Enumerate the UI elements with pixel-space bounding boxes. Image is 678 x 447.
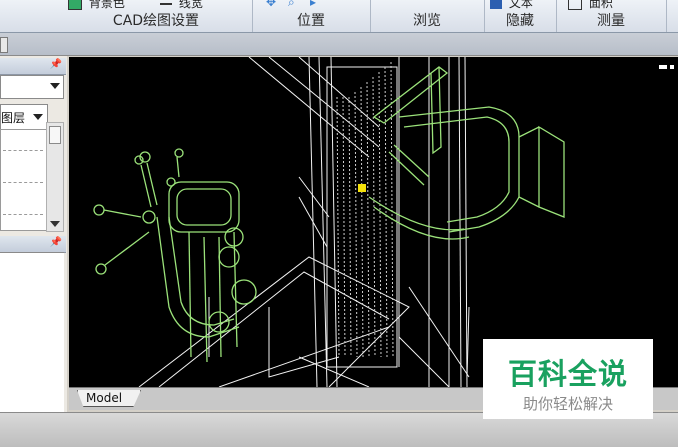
watermark-subtitle: 助你轻松解决 — [522, 395, 613, 413]
ribbon-group-measure: 面积 测量 — [556, 0, 667, 32]
panel-title-bar-2: 📌 — [0, 236, 66, 253]
scroll-down-icon[interactable] — [50, 221, 60, 227]
watermark: 百科全说 助你轻松解决 — [483, 339, 653, 419]
green-valve-assembly — [93, 148, 257, 363]
layer-combo[interactable]: 图层 — [0, 104, 48, 130]
chevron-down-icon — [33, 114, 43, 120]
ribbon-group-hide: 文本 隐藏 — [484, 0, 557, 32]
scrollbar-thumb[interactable] — [49, 126, 61, 144]
group-label-browse: 浏览 — [413, 13, 441, 29]
selection-marker[interactable] — [358, 184, 366, 192]
group-label-hide: 隐藏 — [506, 13, 534, 29]
cad-drawing — [93, 57, 674, 387]
pin-icon[interactable]: 📌 — [50, 59, 62, 70]
pan-icon[interactable]: ✥ — [266, 0, 276, 9]
view-combo[interactable] — [0, 75, 64, 99]
group-label-cad-settings: CAD绘图设置 — [112, 13, 200, 29]
green-pipe-right — [368, 66, 565, 240]
text-icon — [490, 0, 502, 9]
toolbar-strip — [0, 33, 678, 56]
list-divider — [3, 214, 43, 215]
group-label-measure: 测量 — [597, 13, 625, 29]
ribbon-group-browse: 浏览 — [370, 0, 485, 32]
white-wireframe — [138, 57, 470, 387]
ribbon-group-cad-settings: 背景色 线宽 CAD绘图设置 — [0, 0, 253, 32]
pin-icon[interactable]: 📌 — [50, 237, 62, 248]
viewport-control[interactable] — [670, 65, 674, 69]
strip-button[interactable] — [0, 37, 8, 53]
list-divider — [3, 150, 43, 151]
viewport-control[interactable] — [659, 65, 667, 69]
left-panel: 📌 图层 📌 — [0, 56, 67, 417]
zoom-icon[interactable]: ⌕ — [288, 0, 295, 10]
watermark-title: 百科全说 — [507, 357, 628, 391]
view-icon[interactable]: ▸ — [310, 0, 316, 9]
chevron-down-icon — [50, 83, 60, 89]
panel-title-bar: 📌 — [0, 58, 66, 75]
properties-list[interactable] — [0, 252, 64, 417]
list-divider — [3, 182, 43, 183]
background-color-icon — [68, 0, 82, 10]
layer-combo-value: 图层 — [1, 111, 26, 125]
tab-model[interactable]: Model — [77, 390, 142, 407]
ribbon-toolbar: 背景色 线宽 CAD绘图设置 ✥ ⌕ ▸ 位置 浏览 文本 隐藏 面积 测量 — [0, 0, 678, 33]
layer-list-scrollbar[interactable] — [46, 122, 64, 232]
area-icon — [568, 0, 582, 10]
hatched-column — [336, 61, 394, 358]
cad-viewport[interactable] — [69, 57, 678, 387]
ribbon-group-position: ✥ ⌕ ▸ 位置 — [252, 0, 371, 32]
line-width-icon — [160, 2, 172, 5]
layer-list[interactable] — [0, 129, 48, 231]
group-label-position: 位置 — [297, 13, 325, 29]
